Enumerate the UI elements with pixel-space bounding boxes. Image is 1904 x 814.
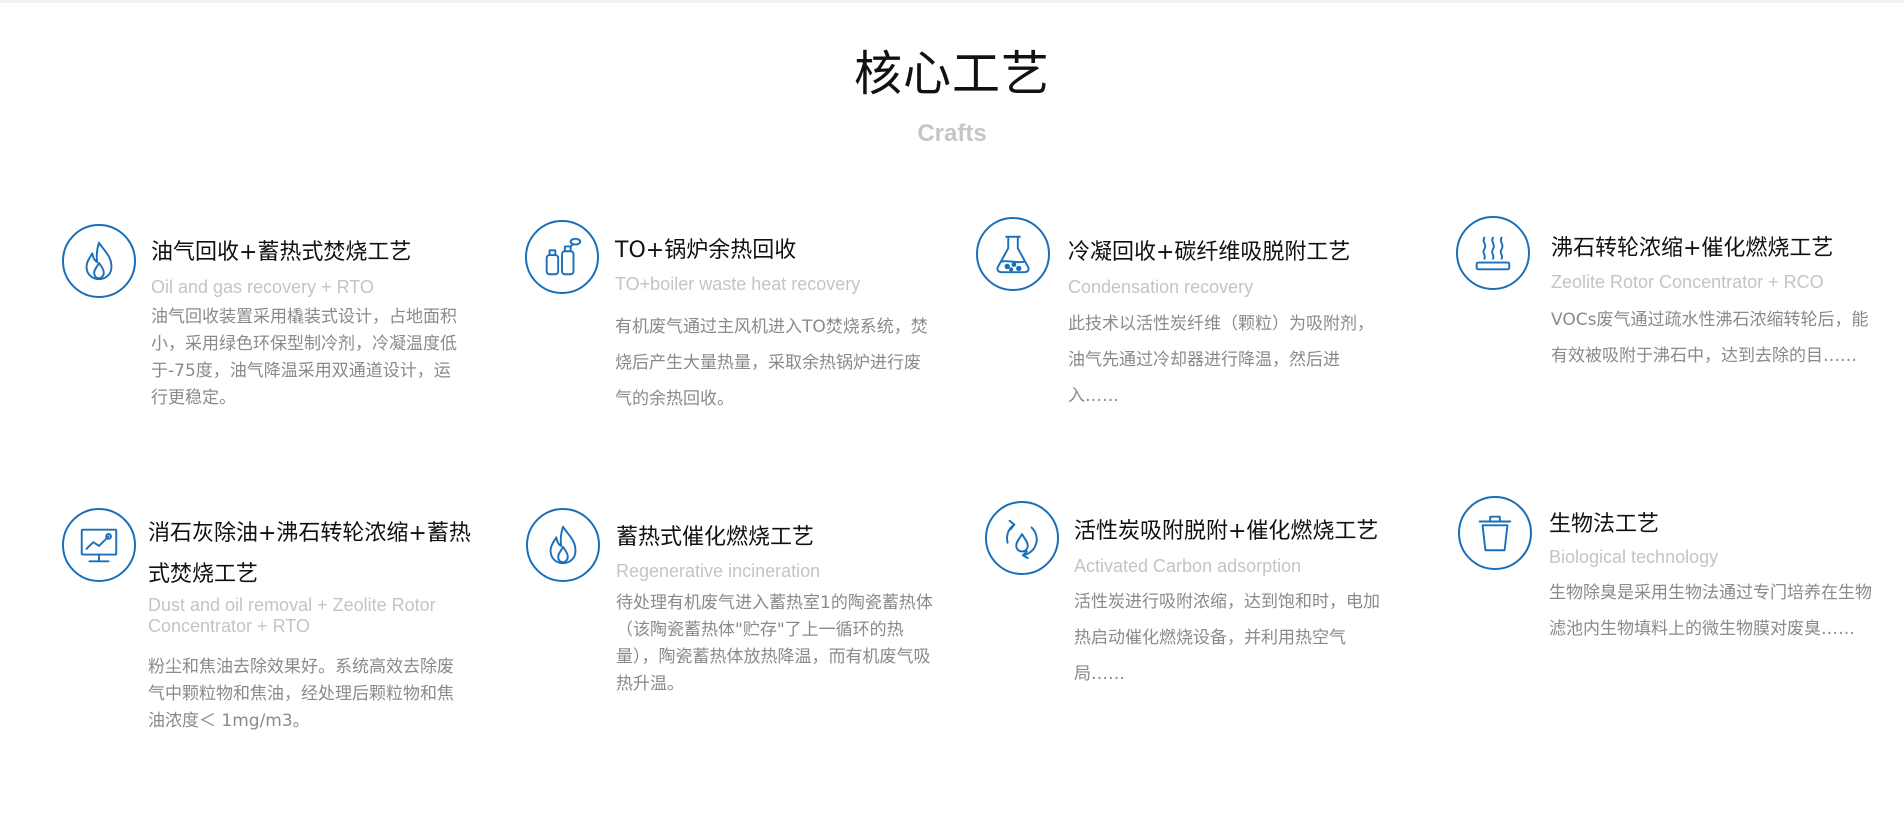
card-title: TO+锅炉余热回收 (615, 238, 797, 263)
card-title: 冷凝回收+碳纤维吸脱附工艺 (1068, 240, 1351, 265)
card-description: 待处理有机废气进入蓄热室1的陶瓷蓄热体（该陶瓷蓄热体"贮存"了上一循环的热量），… (616, 593, 933, 694)
recycle-drop-icon (985, 501, 1059, 575)
card-en-subtitle: Condensation recovery (1068, 277, 1254, 297)
monitor-chart-icon (62, 508, 136, 582)
card-title: 油气回收+蓄热式焚烧工艺 (151, 240, 412, 265)
card-description: 有机废气通过主风机进入TO焚烧系统，焚烧后产生大量热量，采取余热锅炉进行废气的余… (615, 317, 928, 409)
card-description: 活性炭进行吸附浓缩，达到饱和时，电加热启动催化燃烧设备，并利用热空气局…… (1074, 592, 1380, 684)
trash-bin-icon (1458, 496, 1532, 570)
card-title: 蓄热式催化燃烧工艺 (616, 525, 815, 550)
card-en-subtitle: Zeolite Rotor Concentrator + RCO (1551, 272, 1824, 292)
section-subtitle: Crafts (917, 120, 987, 147)
card-description: 油气回收装置采用橇装式设计，占地面积小，采用绿色环保型制冷剂，冷凝温度低于-75… (151, 307, 457, 408)
card-title: 生物法工艺 (1549, 512, 1660, 537)
card-en-subtitle: Regenerative incineration (616, 561, 821, 581)
flask-icon (976, 217, 1050, 291)
card-title: 消石灰除油+沸石转轮浓缩+蓄热式焚烧工艺 (148, 521, 471, 587)
card-en-subtitle: Oil and gas recovery + RTO (151, 277, 374, 297)
card-en-subtitle: TO+boiler waste heat recovery (615, 274, 861, 294)
card-title: 活性炭吸附脱附+催化燃烧工艺 (1074, 519, 1379, 544)
card-en-subtitle: Biological technology (1549, 547, 1719, 567)
card-en-subtitle: Activated Carbon adsorption (1074, 556, 1302, 576)
flame-icon (62, 224, 136, 298)
flame-icon (526, 508, 600, 582)
card-title: 沸石转轮浓缩+催化燃烧工艺 (1551, 236, 1834, 261)
card-description: 生物除臭是采用生物法通过专门培养在生物滤池内生物填料上的微生物膜对废臭…… (1549, 583, 1872, 639)
card-description: 粉尘和焦油去除效果好。系统高效去除废气中颗粒物和焦油，经处理后颗粒物和焦油浓度＜… (148, 657, 454, 731)
card-description: VOCs废气通过疏水性沸石浓缩转轮后，能有效被吸附于沸石中，达到去除的目…… (1551, 310, 1869, 366)
heat-waves-icon (1456, 216, 1530, 290)
top-divider (0, 0, 1904, 3)
card-description: 此技术以活性炭纤维（颗粒）为吸附剂，油气先通过冷却器进行降温，然后进入…… (1068, 314, 1374, 406)
gas-cylinders-icon (525, 220, 599, 294)
card-en-subtitle: Dust and oil removal + Zeolite Rotor Con… (148, 595, 436, 636)
section-title: 核心工艺 (853, 46, 1050, 102)
